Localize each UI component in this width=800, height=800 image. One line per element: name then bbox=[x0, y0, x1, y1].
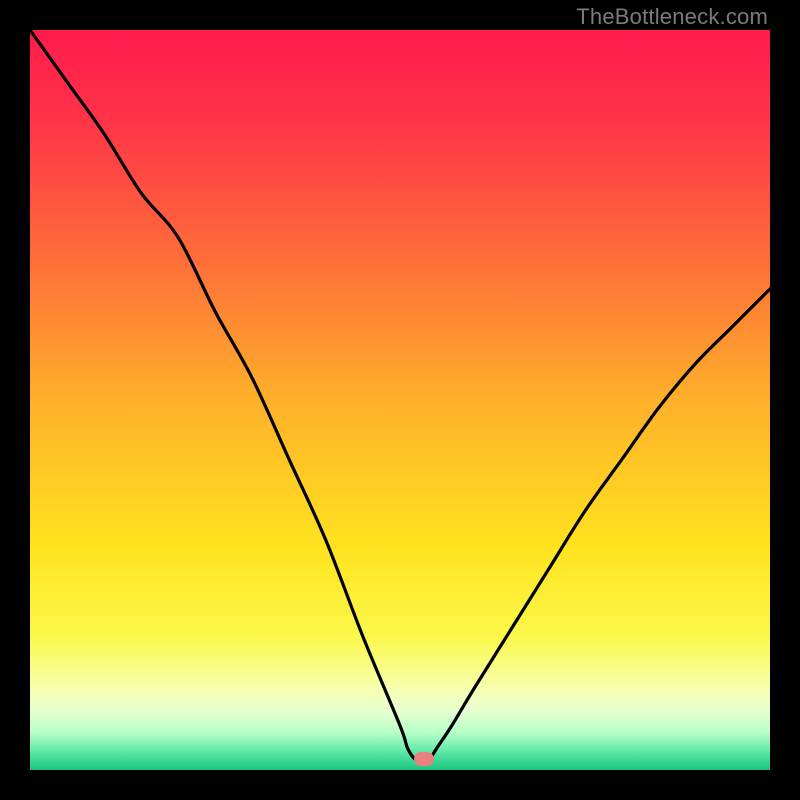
optimal-point-marker bbox=[414, 752, 434, 766]
chart-frame: TheBottleneck.com bbox=[0, 0, 800, 800]
plot-area bbox=[30, 30, 770, 770]
watermark-text: TheBottleneck.com bbox=[576, 4, 768, 30]
bottleneck-curve bbox=[30, 30, 770, 770]
